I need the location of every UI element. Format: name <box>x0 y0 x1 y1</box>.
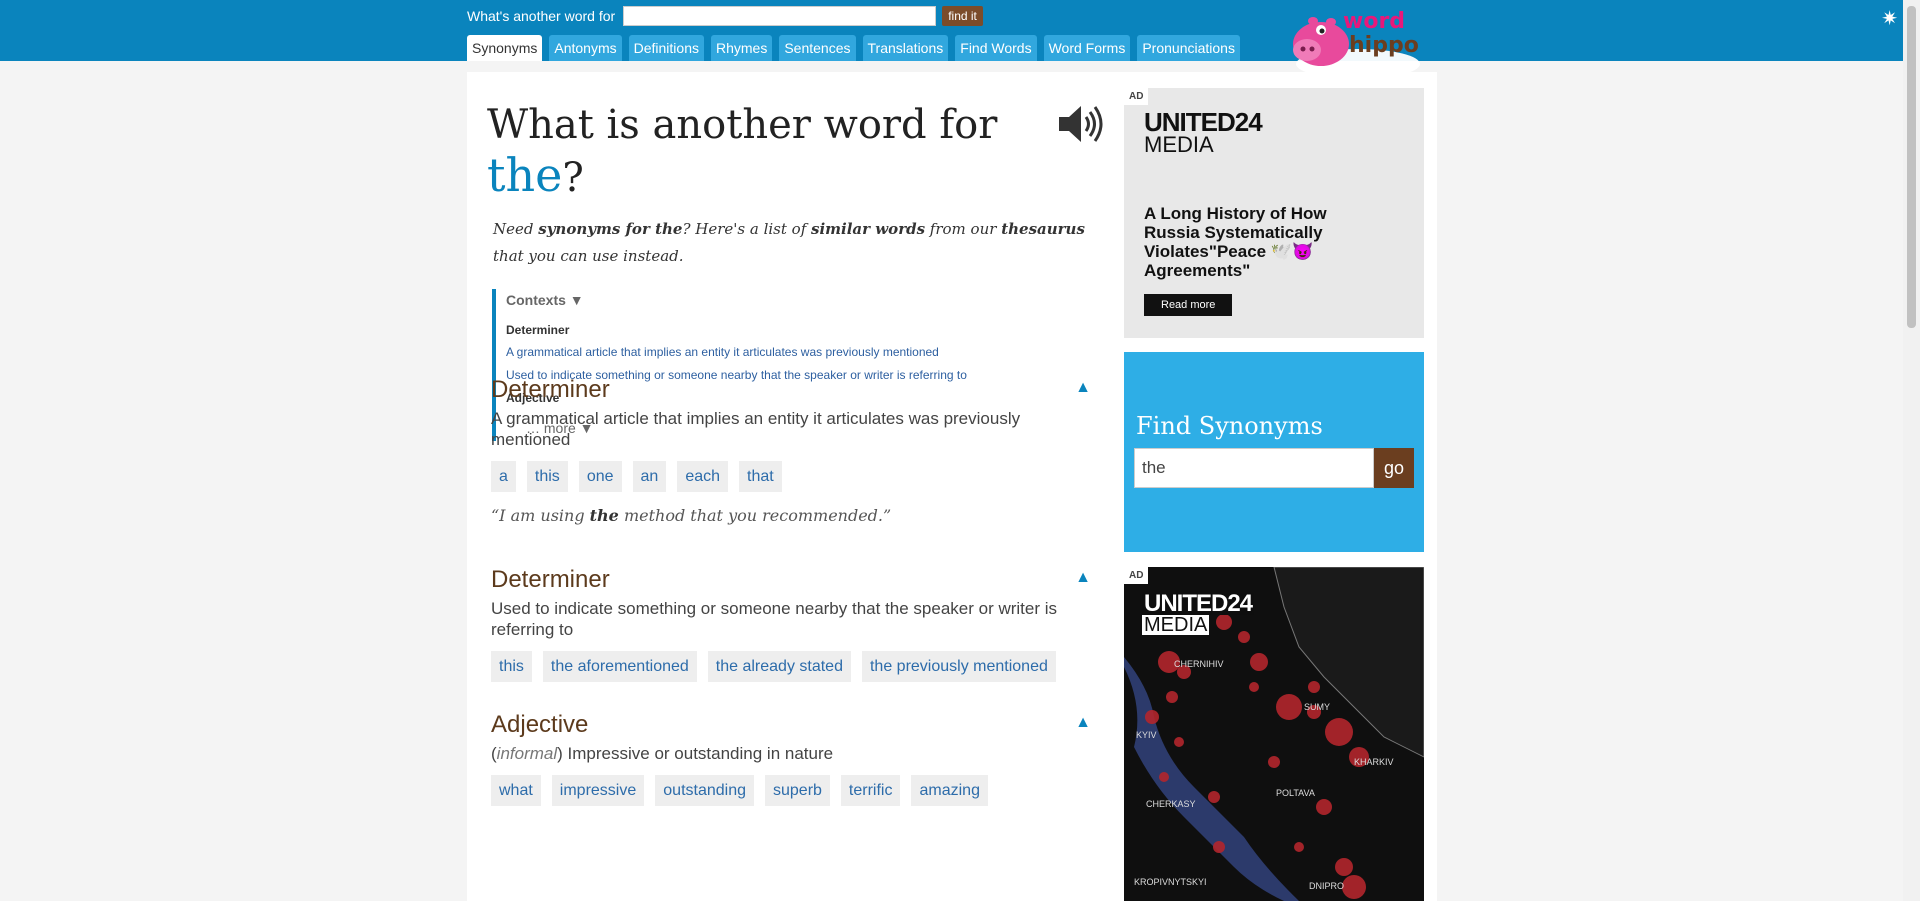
tab-synonyms[interactable]: Synonyms <box>467 35 543 61</box>
synonym-chip[interactable]: each <box>677 461 729 492</box>
tab-antonyms[interactable]: Antonyms <box>549 35 622 61</box>
svg-text:hippo: hippo <box>1349 33 1419 58</box>
find-synonyms-input[interactable] <box>1134 448 1374 488</box>
collapse-icon[interactable]: ▲ <box>1075 714 1091 732</box>
part-of-speech: Determiner <box>491 376 610 403</box>
synonym-chip[interactable]: terrific <box>840 775 901 806</box>
synonym-chip[interactable]: impressive <box>551 775 645 806</box>
title-word: the <box>487 148 563 202</box>
collapse-icon[interactable]: ▲ <box>1075 569 1091 587</box>
context-category: Determiner <box>506 323 570 337</box>
map-city-label: DNIPRO <box>1309 881 1345 891</box>
part-of-speech: Determiner <box>491 566 610 593</box>
ad-brand-sub: MEDIA <box>1144 132 1214 157</box>
sense-block: Adjective ▲ (informal) Impressive or out… <box>491 710 1101 806</box>
find-synonyms-widget: Find Synonyms go <box>1124 352 1424 552</box>
register-tag: informal <box>496 744 558 763</box>
usage-example: “I am using the method that you recommen… <box>491 506 892 525</box>
synonym-chip[interactable]: this <box>491 651 532 682</box>
synonym-chip[interactable]: a <box>491 461 516 492</box>
page-scrollbar[interactable] <box>1903 0 1920 901</box>
synonym-list: what impressive outstanding superb terri… <box>491 775 1101 806</box>
header-search: What's another word for find it <box>467 6 983 26</box>
svg-text:word: word <box>1343 9 1405 34</box>
ad-brand: UNITED24 <box>1144 107 1263 137</box>
find-synonyms-title: Find Synonyms <box>1136 412 1323 440</box>
tab-rhymes[interactable]: Rhymes <box>710 35 773 61</box>
search-label: What's another word for <box>467 8 616 24</box>
sense-definition: A grammatical article that implies an en… <box>491 409 1021 449</box>
ad-brand-sub: MEDIA <box>1142 614 1210 636</box>
tab-pronunciations[interactable]: Pronunciations <box>1137 35 1240 61</box>
synonym-chip[interactable]: the previously mentioned <box>861 651 1056 682</box>
ad-badge: AD <box>1124 567 1149 584</box>
synonym-list: this the aforementioned the already stat… <box>491 651 1101 682</box>
read-more-button[interactable]: Read more <box>1144 294 1233 316</box>
tab-word-forms[interactable]: Word Forms <box>1043 35 1131 61</box>
sense-definition: (informal) Impressive or outstanding in … <box>491 744 834 763</box>
gear-icon[interactable]: ✷ <box>1881 9 1898 29</box>
go-button[interactable]: go <box>1374 448 1414 488</box>
sense-block: Determiner ▲ A grammatical article that … <box>491 375 1101 525</box>
part-of-speech: Adjective <box>491 711 589 738</box>
synonym-chip[interactable]: what <box>491 775 541 806</box>
tab-translations[interactable]: Translations <box>862 35 949 61</box>
synonym-chip[interactable]: outstanding <box>655 775 754 806</box>
synonym-chip[interactable]: superb <box>765 775 830 806</box>
contexts-toggle[interactable]: Contexts ▼ <box>506 289 1092 311</box>
synonym-chip[interactable]: an <box>632 461 667 492</box>
map-city-label: POLTAVA <box>1276 788 1315 798</box>
search-input[interactable] <box>623 6 937 26</box>
map-city-label: KHARKIV <box>1354 757 1394 767</box>
map-city-label: KYIV <box>1136 730 1157 740</box>
find-it-button[interactable]: find it <box>942 6 983 26</box>
title-prefix: What is another word for <box>487 102 998 148</box>
map-city-label: SUMY <box>1304 702 1331 712</box>
tab-sentences[interactable]: Sentences <box>779 35 856 61</box>
synonym-chip[interactable]: amazing <box>911 775 988 806</box>
speaker-icon[interactable] <box>1057 102 1105 146</box>
page-title: What is another word for the? <box>487 100 997 203</box>
synonym-chip[interactable]: this <box>526 461 568 492</box>
synonym-chip[interactable]: the already stated <box>707 651 851 682</box>
tab-definitions[interactable]: Definitions <box>628 35 704 61</box>
synonym-chip[interactable]: that <box>739 461 782 492</box>
map-city-label: CHERKASY <box>1146 799 1196 809</box>
title-suffix: ? <box>562 155 584 201</box>
synonym-chip[interactable]: the aforementioned <box>542 651 697 682</box>
scrollbar-thumb[interactable] <box>1907 6 1916 328</box>
top-bar: What's another word for find it Synonyms… <box>0 0 1920 79</box>
synonym-chip[interactable]: one <box>578 461 622 492</box>
map-city-label: CHERNIHIV <box>1174 659 1224 669</box>
synonym-list: a this one an each that <box>491 461 1101 492</box>
advertisement[interactable]: AD UNITED24 MEDIA A Long History of How … <box>1124 88 1424 338</box>
sense-block: Determiner ▲ Used to indicate something … <box>491 565 1101 682</box>
map-city-label: KROPIVNYTSKYI <box>1134 877 1207 887</box>
tab-find-words[interactable]: Find Words <box>955 35 1037 61</box>
nav-tabs: Synonyms Antonyms Definitions Rhymes Sen… <box>467 35 1247 61</box>
wordhippo-logo[interactable]: word hippo <box>1283 4 1433 82</box>
advertisement-map[interactable]: AD UNITED24 MEDIA CHERNIHIV SUMY KYIV KH… <box>1124 567 1424 901</box>
collapse-icon[interactable]: ▲ <box>1075 379 1091 397</box>
ad-brand: UNITED24 <box>1142 590 1255 617</box>
sense-definition: Used to indicate something or someone ne… <box>491 599 1058 639</box>
intro-text: Need synonyms for the? Here's a list of … <box>493 220 1085 265</box>
ad-headline: A Long History of How Russia Systematica… <box>1144 204 1327 280</box>
ad-badge: AD <box>1124 88 1149 105</box>
context-link[interactable]: A grammatical article that implies an en… <box>506 341 1092 364</box>
